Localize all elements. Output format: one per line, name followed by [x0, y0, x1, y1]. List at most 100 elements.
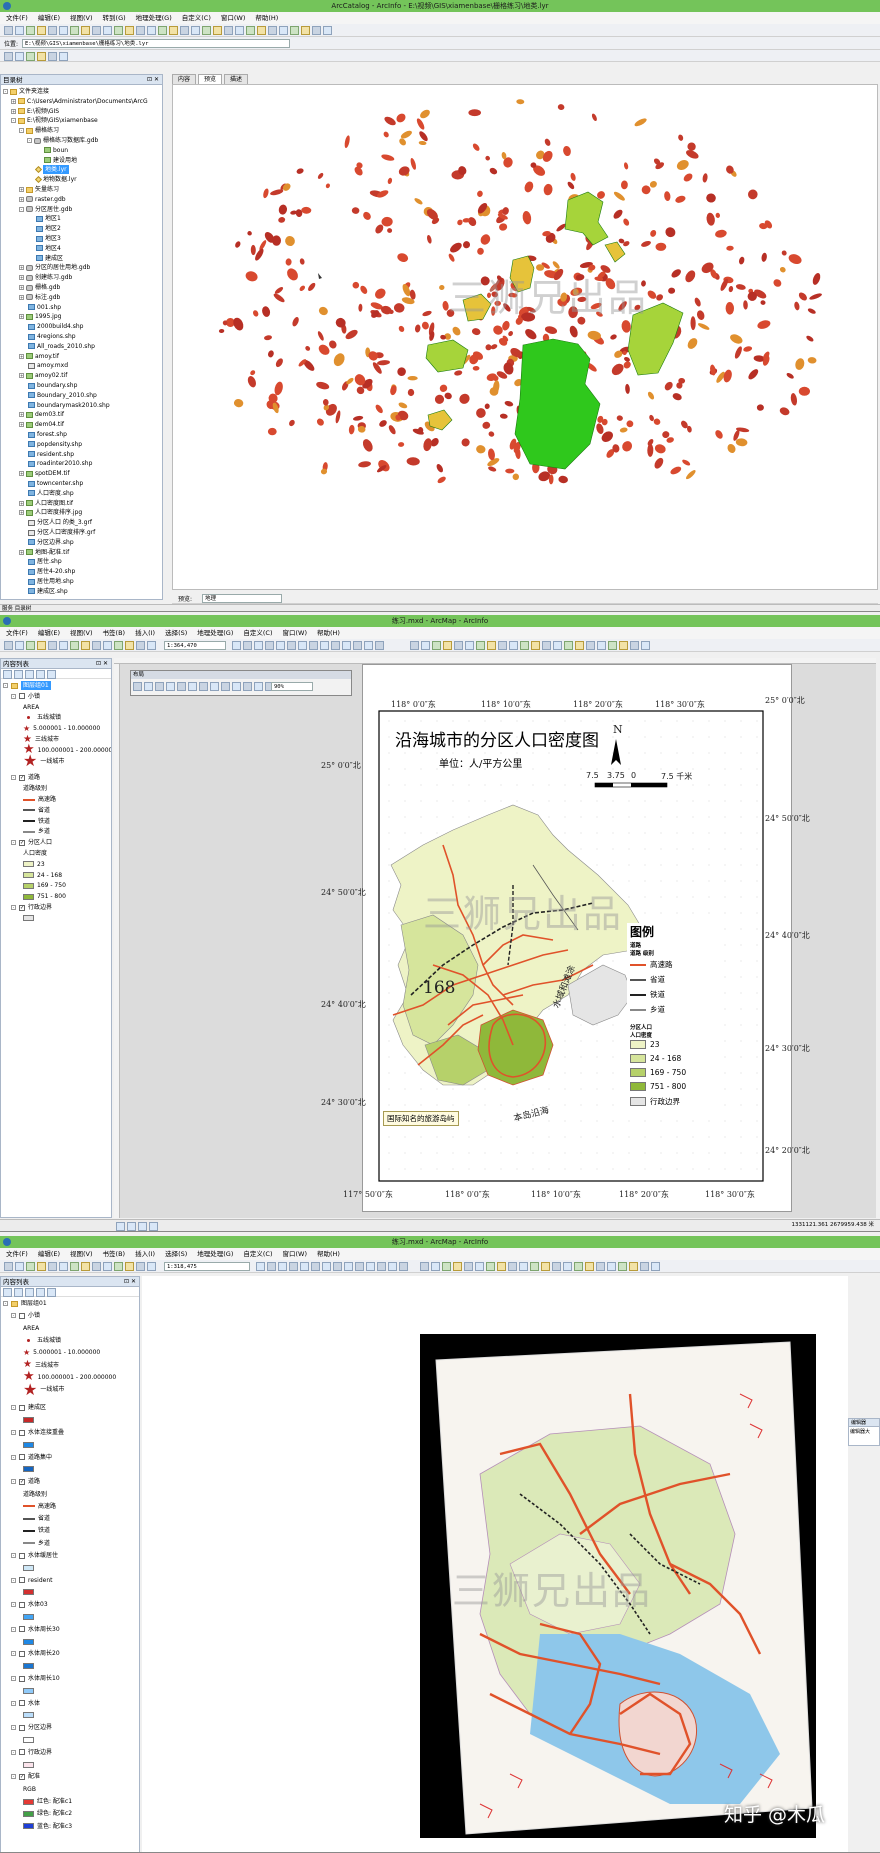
- toolbar-button-icon[interactable]: [320, 641, 329, 650]
- toolbar-button-icon[interactable]: [254, 682, 263, 691]
- collapse-icon[interactable]: -: [11, 1454, 16, 1460]
- tree-node[interactable]: 建成区: [27, 254, 63, 263]
- toolbar-button-icon[interactable]: [133, 682, 142, 691]
- toolbar-button-icon[interactable]: [147, 26, 156, 35]
- layer-visibility-checkbox[interactable]: [19, 1675, 25, 1682]
- menu-item-2[interactable]: 视图(V): [70, 627, 93, 639]
- toc-entry[interactable]: - 水体周长30: [11, 1625, 60, 1634]
- tree-node[interactable]: - E:\视频\GIS\xiamenbase: [11, 116, 98, 125]
- toolbar-button-icon[interactable]: [312, 26, 321, 35]
- toolbar-button-icon[interactable]: [630, 641, 639, 650]
- toolbar-button-icon[interactable]: [14, 670, 23, 679]
- menu-item-2[interactable]: 视图(V): [70, 12, 93, 24]
- collapse-icon[interactable]: -: [11, 1725, 16, 1731]
- tree-node[interactable]: 居住.shp: [19, 557, 62, 566]
- toolbar-button-icon[interactable]: [37, 26, 46, 35]
- expand-icon[interactable]: +: [19, 275, 24, 281]
- toolbar-button-icon[interactable]: [224, 26, 233, 35]
- collapse-icon[interactable]: -: [27, 138, 32, 143]
- tree-node[interactable]: 2000build4.shp: [19, 322, 84, 331]
- expand-icon[interactable]: +: [11, 108, 16, 114]
- toolbar-button-icon[interactable]: [15, 641, 24, 650]
- toolbar-button-icon[interactable]: [641, 641, 650, 650]
- menu-item-1[interactable]: 编辑(E): [38, 627, 60, 639]
- tree-node[interactable]: 建设用地: [35, 156, 77, 165]
- toolbar-button-icon[interactable]: [287, 641, 296, 650]
- toc-entry[interactable]: - 小镇: [11, 1311, 40, 1320]
- layer-visibility-checkbox[interactable]: [19, 693, 25, 700]
- menu-item-3[interactable]: 书签(B): [103, 1248, 126, 1260]
- toolbar-button-icon[interactable]: [640, 1262, 649, 1271]
- toolbar-button-icon[interactable]: [210, 682, 219, 691]
- toolbar-button-icon[interactable]: [322, 1262, 331, 1271]
- expand-icon[interactable]: +: [19, 353, 24, 359]
- toc-entry[interactable]: - 水体03: [11, 1600, 48, 1609]
- collapse-icon[interactable]: -: [11, 1553, 16, 1558]
- toc-entry[interactable]: - 建成区: [11, 1403, 46, 1412]
- tree-node[interactable]: All_roads_2010.shp: [19, 342, 95, 351]
- pin-icon[interactable]: ⊡ ✕: [147, 75, 159, 85]
- layer-visibility-checkbox[interactable]: [19, 1626, 25, 1633]
- layer-visibility-checkbox[interactable]: [19, 1724, 25, 1731]
- toolbar-button-icon[interactable]: [364, 641, 373, 650]
- collapse-icon[interactable]: -: [11, 1479, 16, 1485]
- tree-node[interactable]: + 标注.gdb: [19, 293, 60, 302]
- collapse-icon[interactable]: -: [11, 775, 16, 781]
- collapse-icon[interactable]: -: [11, 1602, 16, 1608]
- location-input[interactable]: E:\视频\GIS\xiamenbase\栅格练习\地类.lyr: [22, 39, 290, 48]
- layer-visibility-checkbox[interactable]: ✓: [19, 774, 25, 781]
- expand-icon[interactable]: +: [19, 187, 24, 192]
- toolbar-button-icon[interactable]: [4, 26, 13, 35]
- toolbar-button-icon[interactable]: [26, 26, 35, 35]
- toolbar-button-icon[interactable]: [342, 641, 351, 650]
- toolbar-button-icon[interactable]: [421, 641, 430, 650]
- toolbar-button-icon[interactable]: [531, 641, 540, 650]
- expand-icon[interactable]: +: [19, 412, 24, 418]
- menu-item-6[interactable]: 地理处理(G): [197, 627, 233, 639]
- toolbar-button-icon[interactable]: [116, 1222, 125, 1231]
- collapse-icon[interactable]: -: [11, 118, 16, 124]
- toolbar-button-icon[interactable]: [26, 1262, 35, 1271]
- toolbar-button-icon[interactable]: [432, 641, 441, 650]
- toolbar-button-icon[interactable]: [147, 641, 156, 650]
- toolbar-button-icon[interactable]: [443, 641, 452, 650]
- layer-visibility-checkbox[interactable]: ✓: [19, 1773, 25, 1780]
- toolbar-button-icon[interactable]: [333, 1262, 342, 1271]
- menu-item-0[interactable]: 文件(F): [6, 12, 28, 24]
- tree-node[interactable]: + dem03.tif: [19, 410, 64, 419]
- tree-node[interactable]: 4regions.shp: [19, 332, 76, 341]
- tree-node[interactable]: + spotDEM.tif: [19, 469, 70, 478]
- toc-entry[interactable]: - resident: [11, 1576, 52, 1585]
- tree-node[interactable]: + 创建练习.gdb: [19, 273, 72, 282]
- scale-input[interactable]: 1:318,475: [164, 1262, 250, 1271]
- tree-node[interactable]: 分区边界.shp: [19, 538, 74, 547]
- menu-item-5[interactable]: 选择(S): [165, 1248, 187, 1260]
- toolbar-button-icon[interactable]: [331, 641, 340, 650]
- toolbar-button-icon[interactable]: [235, 26, 244, 35]
- tree-node[interactable]: + 人口密度图.tif: [19, 499, 73, 508]
- tree-node[interactable]: - 栅格练习数据库.gdb: [27, 136, 98, 145]
- toolbar-button-icon[interactable]: [375, 641, 384, 650]
- toc-entry[interactable]: - 图层组01: [3, 1299, 47, 1308]
- toolbar-button-icon[interactable]: [81, 641, 90, 650]
- toc-entry[interactable]: - ✓ 分区人口: [11, 838, 52, 847]
- toolbar-button-icon[interactable]: [541, 1262, 550, 1271]
- toolbar-button-icon[interactable]: [103, 1262, 112, 1271]
- tree-node[interactable]: + raster.gdb: [19, 195, 66, 204]
- tree-node[interactable]: 地区2: [27, 224, 61, 233]
- toolbar-button-icon[interactable]: [388, 1262, 397, 1271]
- toolbar-button-icon[interactable]: [254, 641, 263, 650]
- toolbar-button-icon[interactable]: [37, 1262, 46, 1271]
- toolbar-button-icon[interactable]: [311, 1262, 320, 1271]
- preview-select[interactable]: 地理: [202, 594, 282, 603]
- layer-visibility-checkbox[interactable]: ✓: [19, 904, 25, 911]
- menu-item-4[interactable]: 插入(I): [135, 627, 155, 639]
- expand-icon[interactable]: +: [19, 265, 24, 271]
- toolbar-button-icon[interactable]: [289, 1262, 298, 1271]
- tree-node[interactable]: - 栅格练习: [19, 126, 59, 135]
- tree-node[interactable]: +1995.jpg: [19, 312, 61, 321]
- tree-node[interactable]: 居住4-20.shp: [19, 567, 75, 576]
- toolbar-button-icon[interactable]: [475, 1262, 484, 1271]
- layer-visibility-checkbox[interactable]: [19, 1749, 25, 1756]
- toc-entry[interactable]: - 水体周长20: [11, 1649, 60, 1658]
